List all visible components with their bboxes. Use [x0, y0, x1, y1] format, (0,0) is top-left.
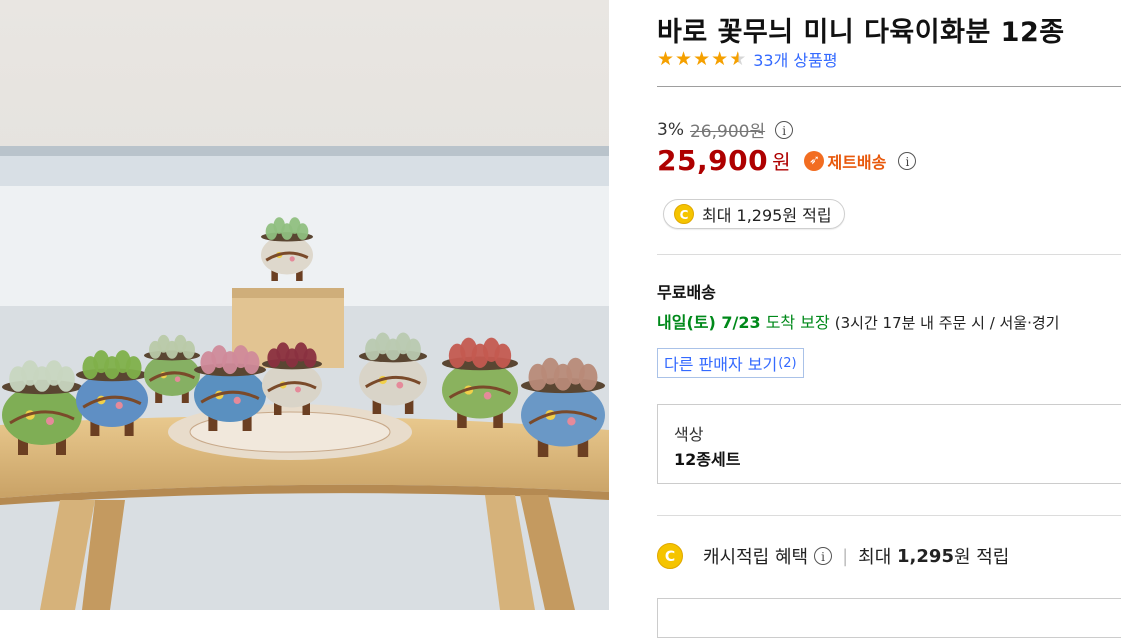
arrival-guarantee: 도착 보장: [765, 313, 830, 332]
benefit-amount: 1,295: [897, 545, 954, 567]
price-row: 25,900 원 ➶ 제트배송 i: [657, 144, 917, 177]
option-value: 12종세트: [674, 450, 741, 469]
review-count-link[interactable]: 33개 상품평: [753, 47, 837, 71]
option-selector[interactable]: 색상 12종세트: [657, 404, 1121, 484]
delivery-badge: 제트배송: [827, 152, 887, 172]
sale-price: 25,900: [657, 144, 769, 177]
other-sellers-count: (2): [778, 355, 797, 371]
star-icon: ★: [657, 48, 675, 70]
next-section-box: [657, 598, 1121, 638]
product-image[interactable]: [0, 0, 609, 610]
shipping-label: 무료배송: [657, 283, 716, 302]
arrival-detail: (3시간 17분 내 주문 시 / 서울·경기: [834, 314, 1060, 332]
other-sellers-label: 다른 판매자 보기: [664, 355, 778, 374]
rocket-delivery-icon: ➶: [804, 150, 825, 171]
divider: [657, 86, 1121, 87]
star-icon: ★: [693, 48, 711, 70]
original-price: 26,900원: [689, 122, 766, 142]
cashback-pill[interactable]: C 최대 1,295원 적립: [663, 199, 845, 229]
info-icon[interactable]: i: [814, 547, 833, 565]
discount-row: 3% 26,900원 i: [657, 117, 794, 142]
cash-coin-icon: C: [674, 204, 694, 224]
star-icon: ★: [711, 48, 729, 70]
cashback-text: 최대 1,295원 적립: [702, 206, 832, 225]
review-count: 33개: [753, 51, 789, 70]
star-half-icon: ★: [729, 48, 747, 70]
option-label: 색상: [674, 425, 704, 444]
arrival-row: 내일(토) 7/23 도착 보장 (3시간 17분 내 주문 시 / 서울·경기: [657, 309, 1059, 333]
info-icon[interactable]: i: [775, 120, 794, 139]
benefit-prefix: 최대: [858, 547, 892, 568]
cash-benefit-row: C 캐시적립 혜택 i | 최대 1,295 원 적립: [657, 541, 1009, 571]
star-icon: ★: [675, 48, 693, 70]
info-icon[interactable]: i: [898, 151, 917, 170]
product-photo-illustration: [0, 0, 609, 610]
rating-row[interactable]: ★ ★ ★ ★ ★ 33개 상품평: [657, 48, 838, 70]
divider: [657, 515, 1121, 516]
separator: |: [842, 545, 849, 567]
benefit-label: 캐시적립 혜택: [703, 547, 809, 568]
review-label: 상품평: [793, 51, 838, 70]
price-unit: 원: [772, 150, 791, 174]
other-sellers-button[interactable]: 다른 판매자 보기 (2): [657, 348, 804, 378]
cash-coin-icon: C: [657, 543, 683, 569]
benefit-suffix: 원 적립: [953, 547, 1010, 568]
divider: [657, 254, 1121, 255]
arrival-date: 내일(토) 7/23: [657, 313, 761, 332]
product-title: 바로 꽃무늬 미니 다육이화분 12종: [657, 17, 1065, 48]
discount-rate: 3%: [657, 119, 684, 140]
